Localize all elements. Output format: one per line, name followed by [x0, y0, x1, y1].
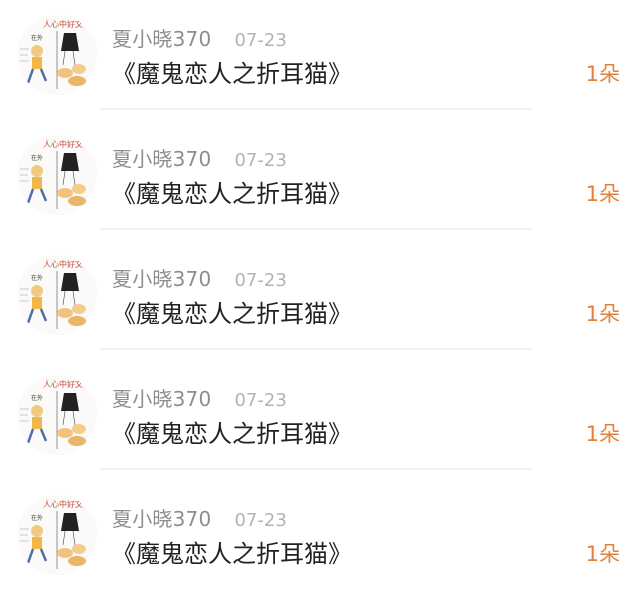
- list-item[interactable]: 人心中好文 在外 在家 夏小晓370 07-23: [0, 228, 640, 348]
- flower-count: 1朵: [585, 542, 620, 566]
- item-meta: 夏小晓370 07-23: [112, 143, 287, 171]
- item-meta: 夏小晓370 07-23: [112, 503, 287, 531]
- avatar[interactable]: 人心中好文 在外 在家: [17, 375, 97, 455]
- item-date: 07-23: [234, 270, 287, 291]
- flower-count: 1朵: [585, 302, 620, 326]
- book-title[interactable]: 《魔鬼恋人之折耳猫》: [112, 174, 352, 209]
- item-meta: 夏小晓370 07-23: [112, 383, 287, 411]
- flower-count: 1朵: [585, 422, 620, 446]
- avatar[interactable]: 人心中好文 在外 在家: [17, 135, 97, 215]
- username[interactable]: 夏小晓370: [112, 27, 211, 51]
- svg-text:在外: 在外: [31, 394, 43, 402]
- item-date: 07-23: [234, 150, 287, 171]
- svg-text:人心中好文: 人心中好文: [43, 259, 83, 269]
- item-date: 07-23: [234, 390, 287, 411]
- item-meta: 夏小晓370 07-23: [112, 263, 287, 291]
- svg-text:人心中好文: 人心中好文: [43, 379, 83, 389]
- avatar[interactable]: 人心中好文 在外 在家: [17, 255, 97, 335]
- flower-count: 1朵: [585, 182, 620, 206]
- list-item[interactable]: 人心中好文 在外 在家 夏小晓370 07-23: [0, 348, 640, 468]
- item-date: 07-23: [234, 30, 287, 51]
- username[interactable]: 夏小晓370: [112, 147, 211, 171]
- svg-text:在外: 在外: [31, 154, 43, 162]
- avatar[interactable]: 人心中好文 在外 在家: [17, 15, 97, 95]
- username[interactable]: 夏小晓370: [112, 267, 211, 291]
- item-meta: 夏小晓370 07-23: [112, 23, 287, 51]
- svg-text:在外: 在外: [31, 514, 43, 522]
- book-title[interactable]: 《魔鬼恋人之折耳猫》: [112, 414, 352, 449]
- flower-count: 1朵: [585, 62, 620, 86]
- username[interactable]: 夏小晓370: [112, 507, 211, 531]
- list-item[interactable]: 人心中好文 在外 在家 夏小晓370 07-23: [0, 468, 640, 588]
- book-title[interactable]: 《魔鬼恋人之折耳猫》: [112, 294, 352, 329]
- svg-text:人心中好文: 人心中好文: [43, 19, 83, 29]
- book-title[interactable]: 《魔鬼恋人之折耳猫》: [112, 534, 352, 569]
- flower-gift-list: 人心中好文 在外 在家 夏小晓370 07-23: [0, 0, 640, 600]
- list-item[interactable]: 人心中好文 在外 在家 夏小晓370 07-23: [0, 0, 640, 108]
- avatar[interactable]: 人心中好文 在外 在家: [17, 495, 97, 575]
- svg-text:人心中好文: 人心中好文: [43, 139, 83, 149]
- username[interactable]: 夏小晓370: [112, 387, 211, 411]
- svg-text:在外: 在外: [31, 34, 43, 42]
- list-item[interactable]: 人心中好文 在外 在家 夏小晓370 07-23: [0, 108, 640, 228]
- svg-text:在外: 在外: [31, 274, 43, 282]
- item-date: 07-23: [234, 510, 287, 531]
- svg-text:人心中好文: 人心中好文: [43, 499, 83, 509]
- book-title[interactable]: 《魔鬼恋人之折耳猫》: [112, 54, 352, 89]
